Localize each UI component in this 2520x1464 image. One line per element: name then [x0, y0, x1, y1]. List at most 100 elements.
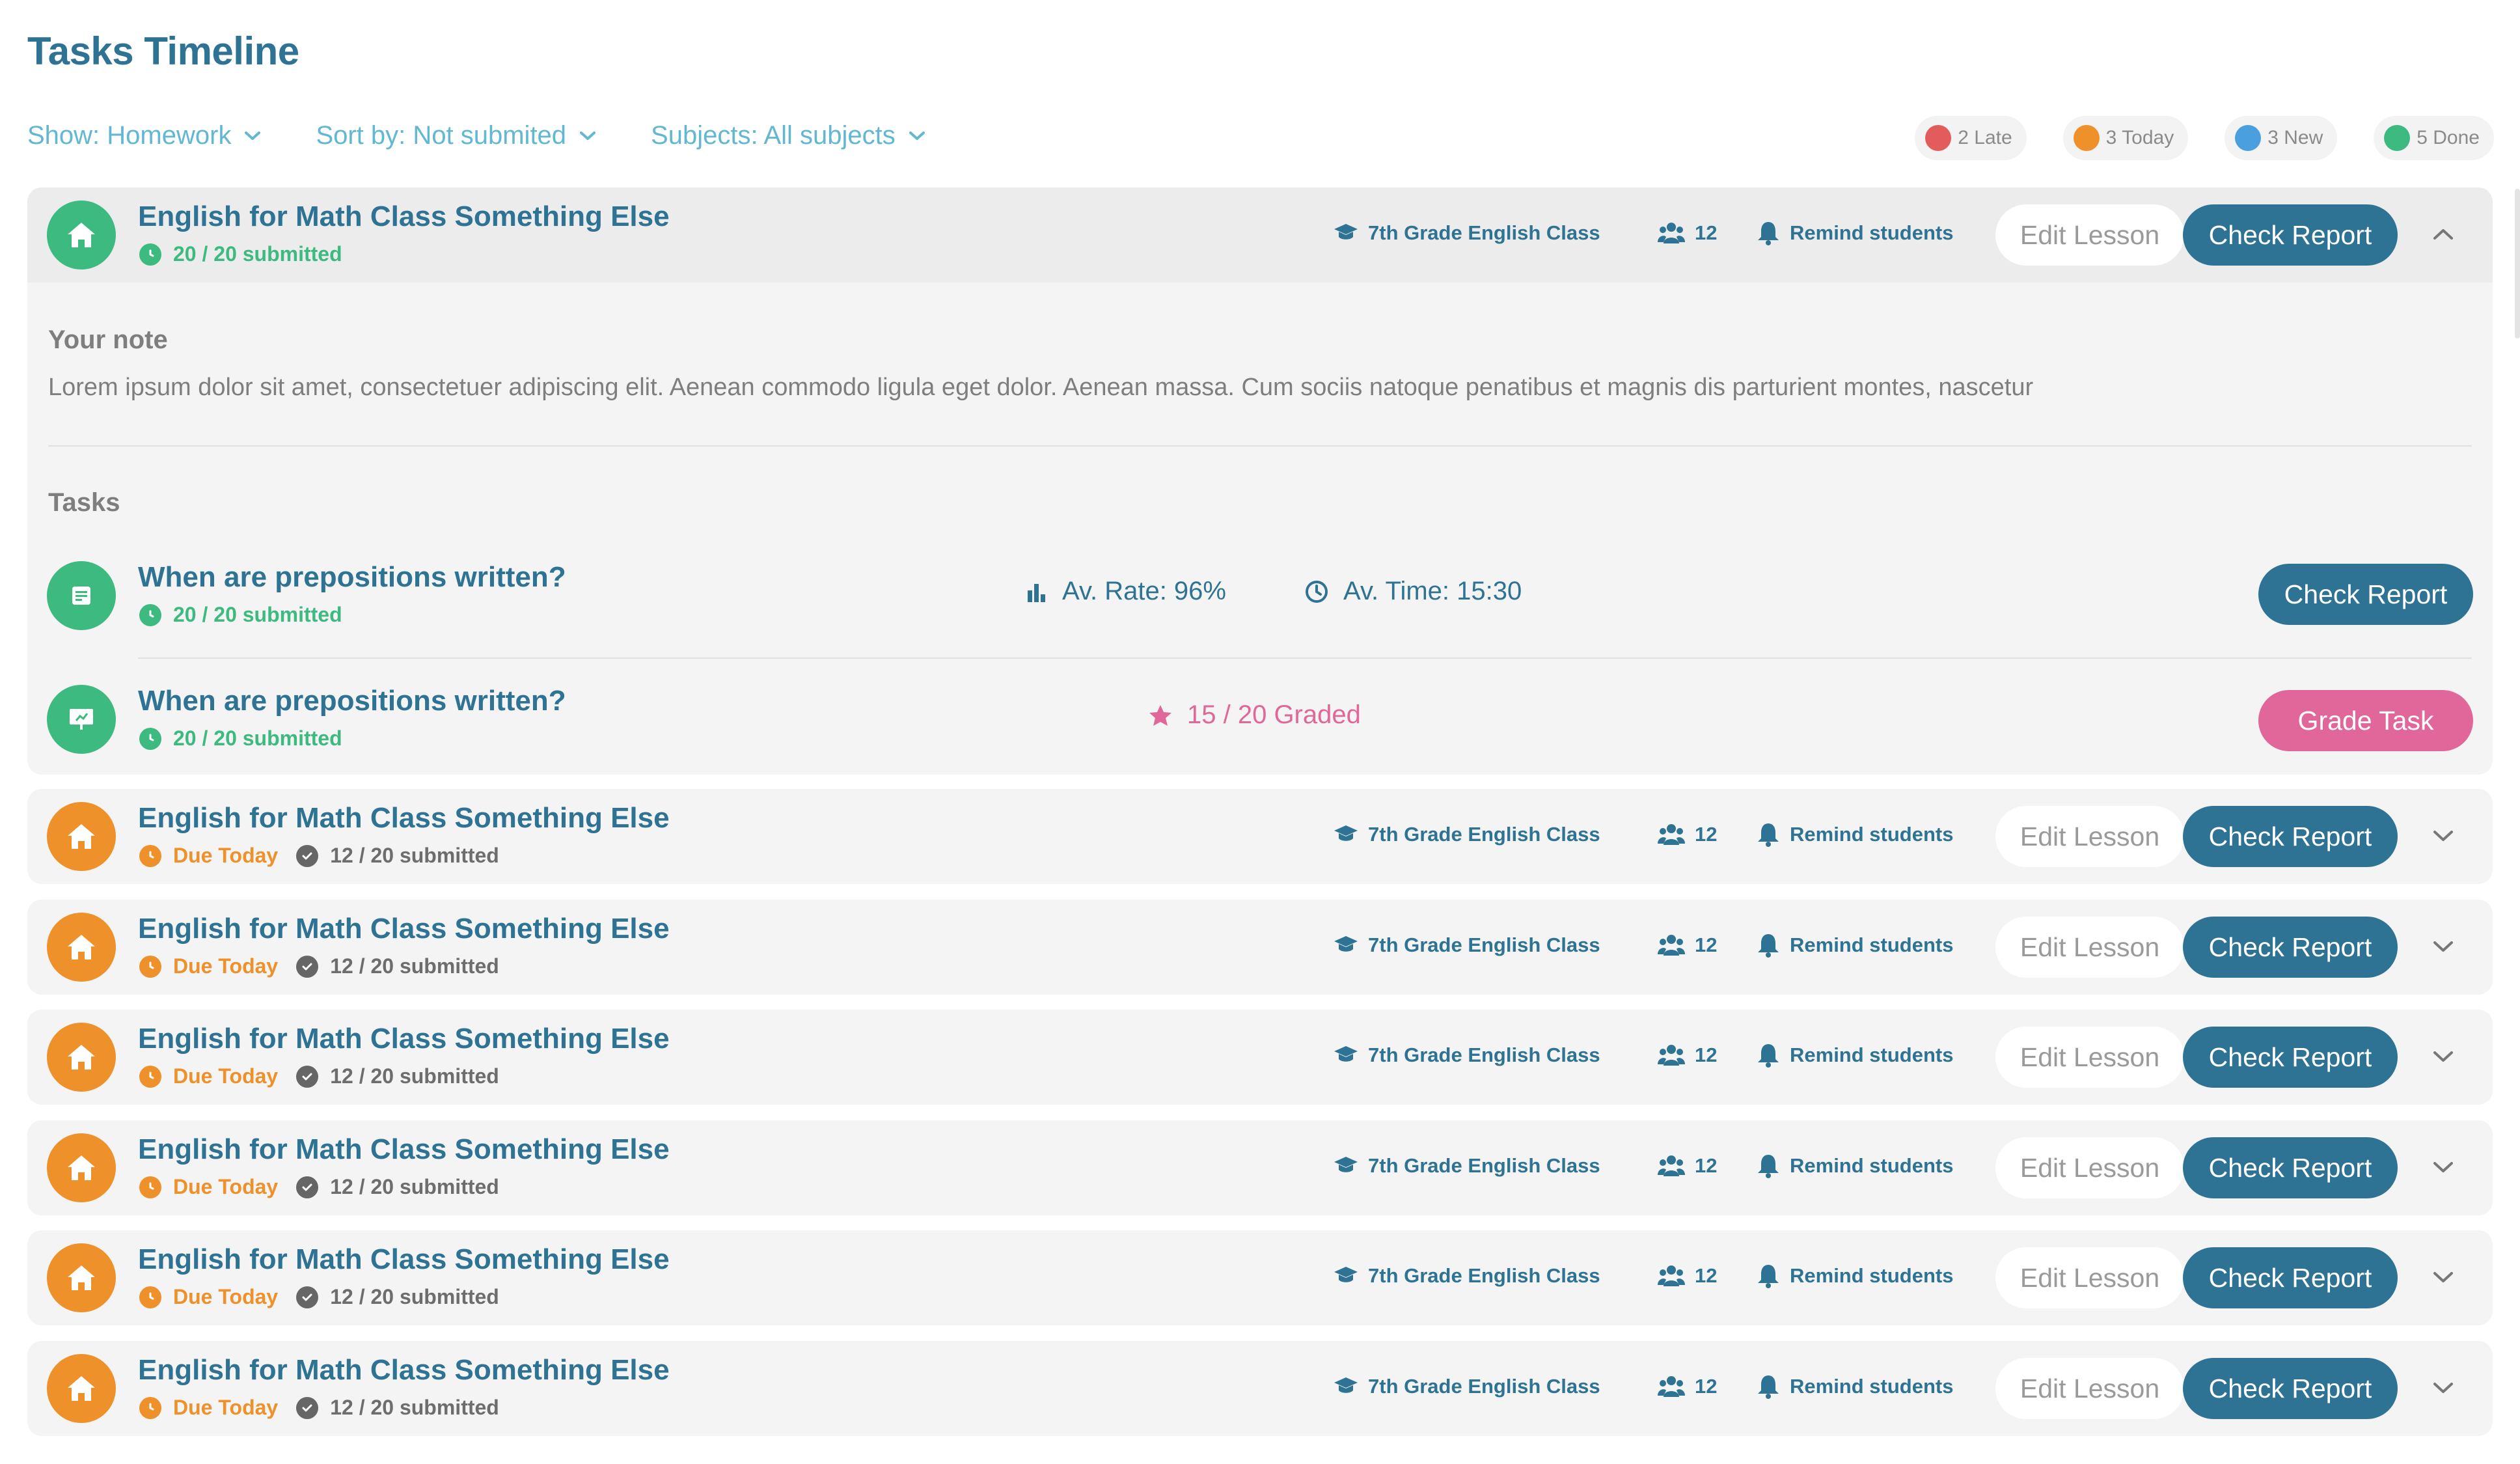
class-name[interactable]: 7th Grade English Class: [1333, 221, 1600, 245]
chevron-down-icon: [909, 131, 925, 140]
class-name[interactable]: 7th Grade English Class: [1333, 1264, 1600, 1288]
expand-toggle[interactable]: [2424, 1258, 2463, 1297]
home-icon: [68, 935, 95, 960]
graded-label: 15 / 20 Graded: [1187, 700, 1361, 729]
scrollbar[interactable]: [2515, 189, 2520, 338]
lesson-row[interactable]: English for Math Class Something Else Du…: [27, 1120, 2493, 1215]
edit-lesson-button[interactable]: Edit Lesson: [1995, 1247, 2184, 1308]
lesson-row[interactable]: English for Math Class Something Else Du…: [27, 1230, 2493, 1325]
sort-filter-dropdown[interactable]: Sort by: Not submited: [316, 121, 596, 150]
class-name-label: 7th Grade English Class: [1368, 1043, 1600, 1066]
remind-students-link[interactable]: Remind students: [1756, 1263, 1953, 1289]
class-name[interactable]: 7th Grade English Class: [1333, 1043, 1600, 1067]
chevron-down-icon: [245, 131, 261, 140]
chevron-up-icon: [2433, 229, 2453, 240]
check-report-button[interactable]: Check Report: [2183, 1247, 2398, 1308]
edit-lesson-button[interactable]: Edit Lesson: [1995, 806, 2184, 867]
check-icon: [296, 1286, 319, 1308]
subjects-filter-dropdown[interactable]: Subjects: All subjects: [651, 121, 925, 150]
class-name-label: 7th Grade English Class: [1368, 1154, 1600, 1177]
students-count-label: 12: [1695, 1375, 1718, 1398]
lesson-submission-status: Due Today 12 / 20 submitted: [139, 1285, 499, 1309]
class-name[interactable]: 7th Grade English Class: [1333, 933, 1600, 957]
bell-icon: [1758, 1265, 1779, 1288]
edit-lesson-button[interactable]: Edit Lesson: [1995, 1027, 2184, 1088]
task-status-circle: [47, 561, 116, 630]
edit-lesson-button[interactable]: Edit Lesson: [1995, 917, 2184, 978]
task-title[interactable]: When are prepositions written?: [138, 561, 566, 594]
expand-toggle[interactable]: [2424, 816, 2463, 855]
students-count[interactable]: 12: [1657, 1043, 1717, 1067]
remind-label: Remind students: [1790, 221, 1954, 244]
page-title: Tasks Timeline: [27, 29, 299, 73]
remind-students-link[interactable]: Remind students: [1756, 932, 1953, 958]
expand-toggle[interactable]: [2424, 1368, 2463, 1407]
class-name-label: 7th Grade English Class: [1368, 1264, 1600, 1287]
legend-late[interactable]: 2 Late: [1915, 116, 2027, 160]
lesson-title[interactable]: English for Math Class Something Else: [138, 1354, 670, 1387]
show-filter-label: Show: Homework: [27, 121, 232, 150]
bar-chart-icon: [1028, 583, 1045, 602]
legend-done[interactable]: 5 Done: [2374, 116, 2494, 160]
users-icon: [1658, 1265, 1685, 1286]
legend-new[interactable]: 3 New: [2225, 116, 2338, 160]
check-report-button[interactable]: Check Report: [2183, 917, 2398, 978]
graduation-cap-icon: [1334, 936, 1358, 952]
lesson-row[interactable]: English for Math Class Something Else Du…: [27, 900, 2493, 995]
students-count[interactable]: 12: [1657, 221, 1717, 245]
task-check-report-button[interactable]: Check Report: [2258, 564, 2473, 625]
remind-students-link[interactable]: Remind students: [1756, 1042, 1953, 1068]
check-icon: [296, 955, 319, 978]
lesson-title[interactable]: English for Math Class Something Else: [138, 913, 670, 945]
lesson-row[interactable]: English for Math Class Something Else Du…: [27, 789, 2493, 884]
average-time-label: Av. Time: 15:30: [1343, 577, 1522, 605]
clock-icon: [139, 243, 161, 266]
collapse-toggle[interactable]: [2424, 215, 2463, 254]
students-count[interactable]: 12: [1657, 823, 1717, 846]
students-count[interactable]: 12: [1657, 933, 1717, 957]
legend-today[interactable]: 3 Today: [2062, 116, 2189, 160]
class-name[interactable]: 7th Grade English Class: [1333, 1154, 1600, 1178]
lesson-header[interactable]: English for Math Class Something Else 20…: [27, 187, 2493, 283]
remind-students-link[interactable]: Remind students: [1756, 220, 1953, 246]
students-count-label: 12: [1695, 1154, 1718, 1177]
remind-students-link[interactable]: Remind students: [1756, 1374, 1953, 1400]
show-filter-dropdown[interactable]: Show: Homework: [27, 121, 261, 150]
lesson-title[interactable]: English for Math Class Something Else: [138, 802, 670, 835]
edit-lesson-button[interactable]: Edit Lesson: [1995, 204, 2184, 266]
home-icon: [68, 1376, 95, 1401]
chevron-down-icon: [2433, 1272, 2453, 1282]
chevron-down-icon: [2433, 941, 2453, 952]
expand-toggle[interactable]: [2424, 1148, 2463, 1187]
class-name[interactable]: 7th Grade English Class: [1333, 823, 1600, 846]
check-report-button[interactable]: Check Report: [2183, 1027, 2398, 1088]
users-icon: [1658, 824, 1685, 845]
lesson-row[interactable]: English for Math Class Something Else Du…: [27, 1341, 2493, 1436]
class-name-label: 7th Grade English Class: [1368, 1375, 1600, 1398]
lesson-row[interactable]: English for Math Class Something Else Du…: [27, 1010, 2493, 1105]
students-count[interactable]: 12: [1657, 1375, 1717, 1398]
task-submission-status: 20 / 20 submitted: [139, 603, 342, 627]
edit-lesson-button[interactable]: Edit Lesson: [1995, 1358, 2184, 1419]
remind-students-link[interactable]: Remind students: [1756, 1153, 1953, 1179]
lesson-title[interactable]: English for Math Class Something Else: [138, 200, 670, 233]
grade-task-button[interactable]: Grade Task: [2258, 690, 2473, 751]
expand-toggle[interactable]: [2424, 927, 2463, 966]
check-report-button[interactable]: Check Report: [2183, 806, 2398, 867]
lesson-title[interactable]: English for Math Class Something Else: [138, 1243, 670, 1276]
check-report-button[interactable]: Check Report: [2183, 1137, 2398, 1198]
check-report-button[interactable]: Check Report: [2183, 1358, 2398, 1419]
check-report-button[interactable]: Check Report: [2183, 204, 2398, 266]
document-icon: [72, 587, 90, 605]
lesson-status-circle: [47, 1133, 116, 1202]
lesson-title[interactable]: English for Math Class Something Else: [138, 1133, 670, 1166]
task-title[interactable]: When are prepositions written?: [138, 685, 566, 717]
students-count[interactable]: 12: [1657, 1264, 1717, 1288]
students-count[interactable]: 12: [1657, 1154, 1717, 1178]
edit-lesson-button[interactable]: Edit Lesson: [1995, 1137, 2184, 1198]
divider: [48, 445, 2472, 447]
remind-students-link[interactable]: Remind students: [1756, 822, 1953, 848]
lesson-title[interactable]: English for Math Class Something Else: [138, 1023, 670, 1055]
class-name[interactable]: 7th Grade English Class: [1333, 1375, 1600, 1398]
expand-toggle[interactable]: [2424, 1037, 2463, 1076]
